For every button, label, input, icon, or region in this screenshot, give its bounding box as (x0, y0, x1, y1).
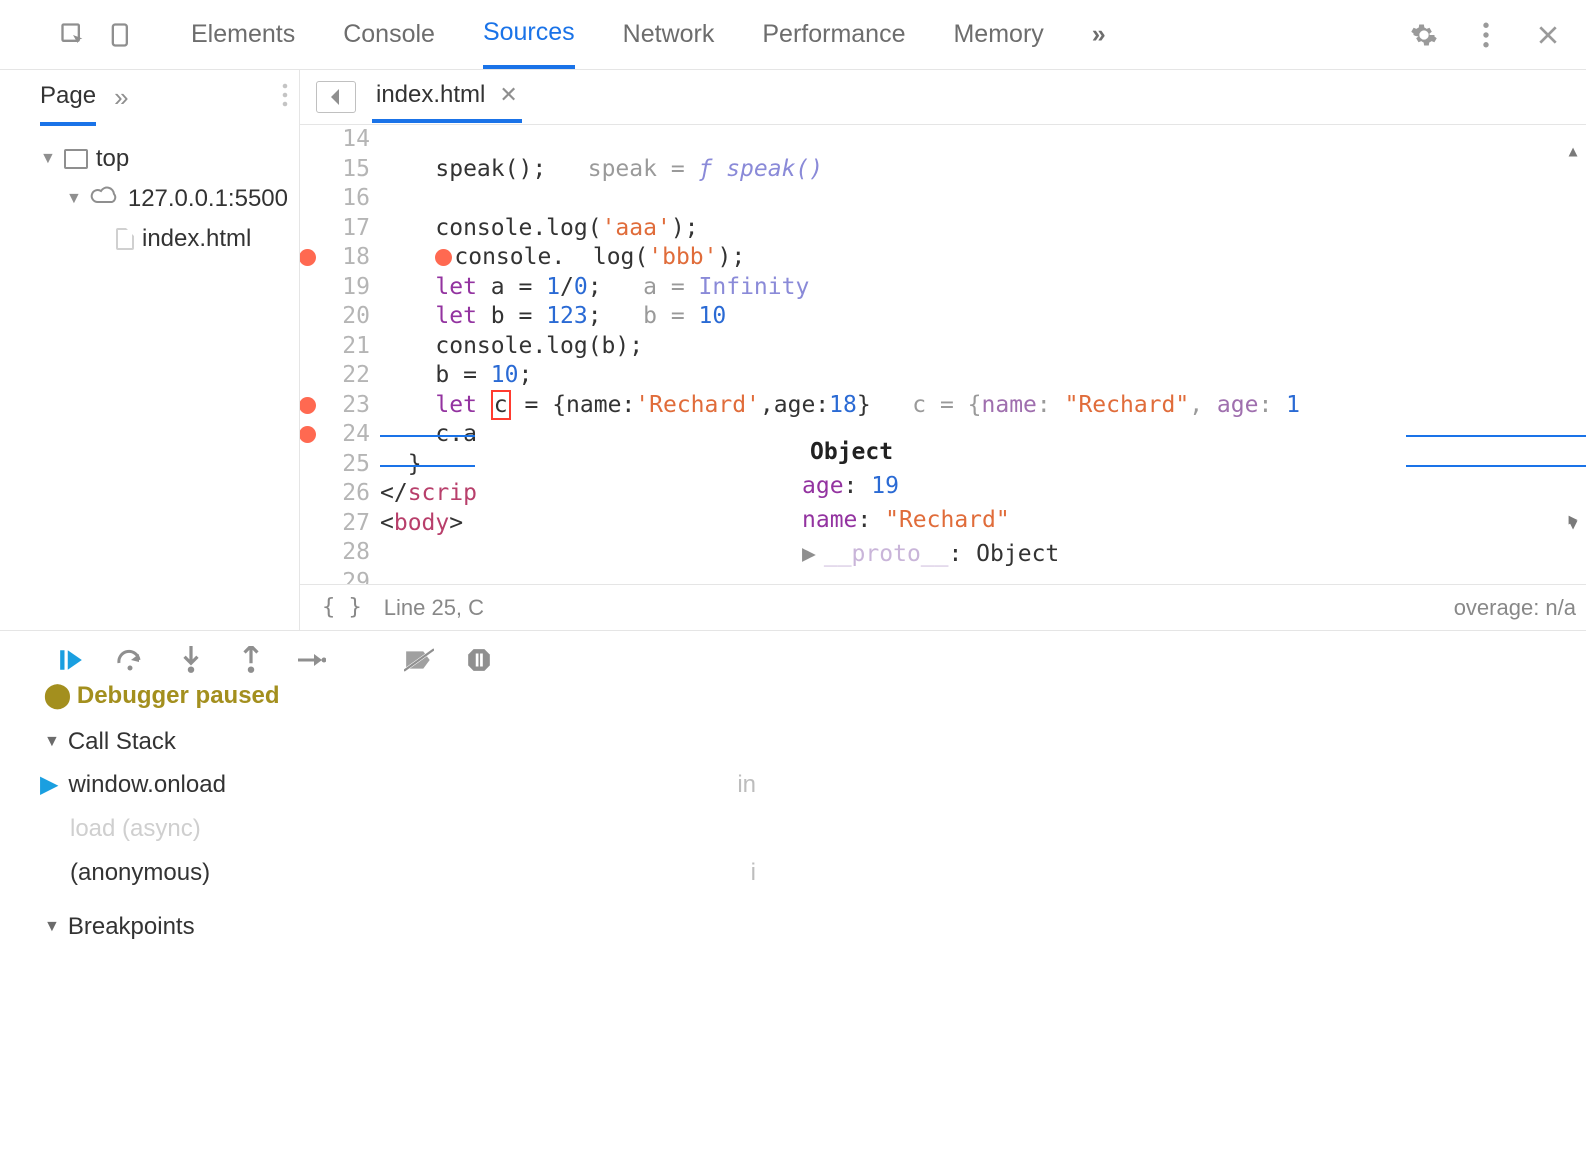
code-line[interactable]: b = 10; (380, 361, 1586, 391)
navigator-menu-icon[interactable] (281, 83, 289, 113)
pause-on-exceptions-icon[interactable] (463, 644, 495, 676)
tree-frame-top[interactable]: ▼ top (40, 139, 299, 179)
settings-gear-icon[interactable] (1406, 17, 1442, 53)
code-editor[interactable]: ▴ ▾ ▸ 14151617181920212223242526272829 s… (300, 125, 1586, 584)
devtools-tabs: Elements Console Sources Network Perform… (191, 0, 1106, 69)
debugger-status: ⬤Debugger paused (0, 681, 1586, 710)
cloud-icon (90, 185, 120, 213)
tab-performance[interactable]: Performance (762, 2, 905, 67)
code-line[interactable]: let b = 123; b = 10 (380, 302, 1586, 332)
navigator-overflow-icon[interactable]: » (114, 82, 128, 113)
code-line[interactable]: let c = {name:'Rechard',age:18} c = {nam… (380, 391, 1586, 421)
tree-label: top (96, 145, 129, 173)
close-tab-icon[interactable]: ✕ (499, 82, 517, 108)
call-stack-frame[interactable]: (anonymous)i (0, 851, 1586, 895)
tab-console[interactable]: Console (343, 2, 435, 67)
code-line[interactable]: console. log('bbb'); (380, 243, 1586, 273)
editor-decoration (380, 465, 475, 467)
tooltip-property: age: 19 (780, 469, 1340, 503)
editor-decoration (380, 435, 475, 437)
devtools-toolbar: Elements Console Sources Network Perform… (0, 0, 1586, 70)
warning-icon: ⬤ (44, 682, 71, 709)
code-line[interactable]: let a = 1/0; a = Infinity (380, 273, 1586, 303)
chevron-down-icon: ▼ (40, 150, 56, 168)
chevron-down-icon: ▼ (44, 733, 60, 751)
frame-icon (64, 149, 88, 169)
tooltip-property: name: "Rechard" (780, 503, 1340, 537)
step-icon[interactable] (295, 644, 327, 676)
resume-button-icon[interactable] (55, 644, 87, 676)
device-toolbar-icon[interactable] (103, 17, 139, 53)
tabs-overflow-icon[interactable]: » (1092, 2, 1106, 67)
navigator-pane: Page » ▼ top ▼ 127.0.0.1:5500 index.htm (0, 70, 300, 630)
section-title: Call Stack (68, 728, 176, 756)
editor-tabbar: index.html ✕ (300, 70, 1586, 125)
tooltip-title: Object (780, 435, 1340, 469)
code-line[interactable]: speak(); speak = ƒ speak() (380, 155, 1586, 185)
debugger-panel: ⬤Debugger paused ▼ Call Stack ▶window.on… (0, 630, 1586, 947)
code-line[interactable]: console.log(b); (380, 332, 1586, 362)
editor-history-back-icon[interactable] (316, 81, 356, 113)
editor-tab-label: index.html (376, 81, 485, 109)
step-over-icon[interactable] (115, 644, 147, 676)
sources-main: Page » ▼ top ▼ 127.0.0.1:5500 index.htm (0, 70, 1586, 630)
call-stack-header[interactable]: ▼ Call Stack (0, 710, 1586, 762)
tab-memory[interactable]: Memory (953, 2, 1043, 67)
chevron-down-icon: ▼ (66, 190, 82, 208)
code-line[interactable]: console.log('aaa'); (380, 214, 1586, 244)
navigator-header: Page » (0, 70, 299, 125)
cursor-position: Line 25, C (384, 595, 484, 621)
tree-label: 127.0.0.1:5500 (128, 185, 288, 213)
tree-file-index[interactable]: index.html (40, 219, 299, 259)
navigator-tab-page[interactable]: Page (40, 70, 96, 126)
chevron-down-icon: ▼ (44, 918, 60, 936)
pretty-print-icon[interactable]: { } (322, 595, 362, 620)
call-stack-frame[interactable]: ▶window.onloadin (0, 762, 1586, 807)
close-icon[interactable] (1530, 17, 1566, 53)
line-number-gutter: 14151617181920212223242526272829 (300, 125, 380, 584)
call-stack-frame[interactable]: load (async) (0, 807, 1586, 851)
editor-decoration (1406, 465, 1586, 467)
tab-sources[interactable]: Sources (483, 0, 575, 69)
object-hover-tooltip: Object age: 19name: "Rechard"▶__proto__:… (780, 435, 1340, 571)
tree-label: index.html (142, 225, 251, 253)
editor-pane: index.html ✕ ▴ ▾ ▸ 141516171819202122232… (300, 70, 1586, 630)
editor-tab-index[interactable]: index.html ✕ (372, 71, 522, 123)
step-out-icon[interactable] (235, 644, 267, 676)
tab-elements[interactable]: Elements (191, 2, 295, 67)
code-line[interactable] (380, 125, 1586, 155)
kebab-menu-icon[interactable] (1468, 17, 1504, 53)
coverage-status: overage: n/a (1454, 595, 1576, 621)
step-into-icon[interactable] (175, 644, 207, 676)
section-title: Breakpoints (68, 913, 195, 941)
inspect-element-icon[interactable] (55, 17, 91, 53)
tooltip-property: ▶__proto__: Object (780, 537, 1340, 571)
breakpoints-header[interactable]: ▼ Breakpoints (0, 895, 1586, 947)
editor-status-bar: { } Line 25, C overage: n/a (300, 584, 1586, 630)
tab-network[interactable]: Network (623, 2, 715, 67)
file-icon (116, 228, 134, 250)
editor-decoration (1406, 435, 1586, 437)
tree-origin[interactable]: ▼ 127.0.0.1:5500 (40, 179, 299, 219)
deactivate-breakpoints-icon[interactable] (403, 644, 435, 676)
code-line[interactable] (380, 184, 1586, 214)
call-stack-list: ▶window.onloadinload (async)(anonymous)i (0, 762, 1586, 895)
file-tree: ▼ top ▼ 127.0.0.1:5500 index.html (0, 125, 299, 259)
